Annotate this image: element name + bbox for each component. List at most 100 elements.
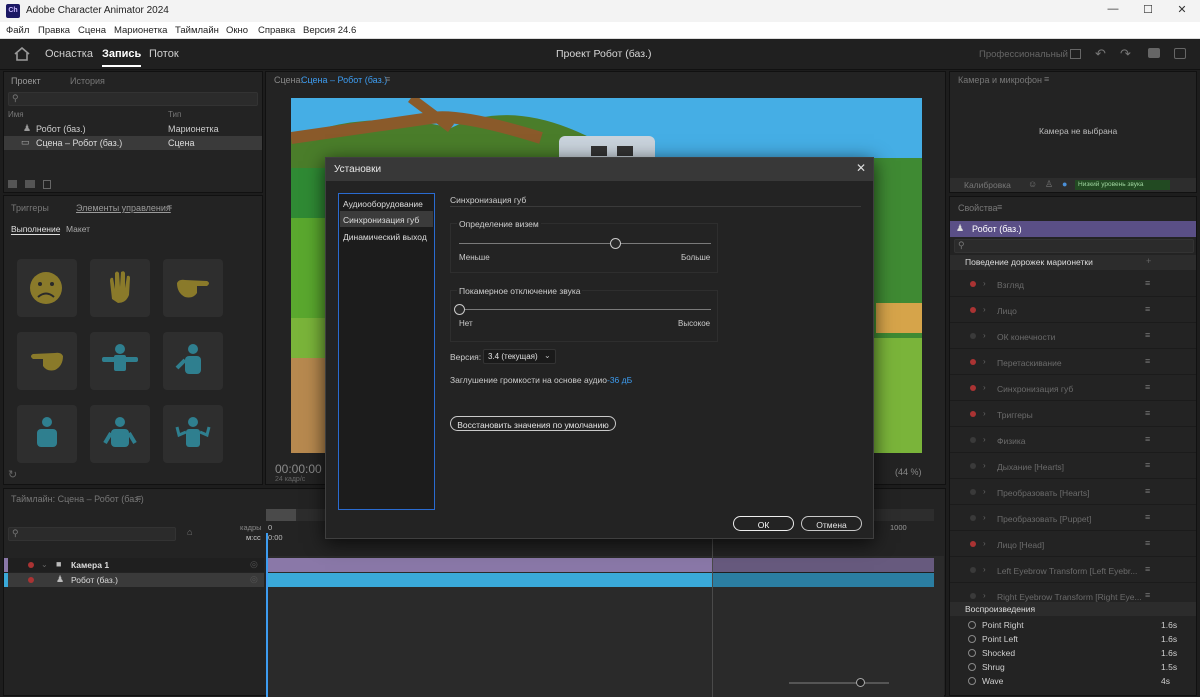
chevron-right-icon[interactable]: ›: [983, 383, 986, 392]
record-arm-icon[interactable]: [970, 463, 976, 469]
record-arm-icon[interactable]: [970, 333, 976, 339]
panel-menu-icon[interactable]: ≡: [167, 202, 172, 212]
record-arm-icon[interactable]: [970, 359, 976, 365]
subtab-layout[interactable]: Макет: [66, 224, 90, 234]
column-name[interactable]: Имя: [8, 110, 24, 119]
mute-slider-knob[interactable]: [454, 304, 465, 315]
playback-row[interactable]: Shrug 1.5s: [950, 660, 1196, 674]
folder-icon[interactable]: [25, 180, 35, 188]
playback-section-header[interactable]: Воспроизведения: [950, 602, 1196, 616]
play-icon[interactable]: [968, 621, 976, 629]
control-tile[interactable]: [163, 259, 223, 317]
record-arm-icon[interactable]: [970, 385, 976, 391]
record-arm-icon[interactable]: [970, 307, 976, 313]
playback-row[interactable]: Point Right 1.6s: [950, 618, 1196, 632]
list-item[interactable]: ♟ Робот (баз.) Марионетка: [4, 122, 262, 136]
chevron-right-icon[interactable]: ›: [983, 513, 986, 522]
record-arm-icon[interactable]: [28, 577, 34, 583]
panel-menu-icon[interactable]: ≡: [385, 74, 390, 84]
control-tile[interactable]: [17, 405, 77, 463]
control-tile[interactable]: [17, 332, 77, 390]
panel-menu-icon[interactable]: ≡: [997, 202, 1002, 212]
ok-button[interactable]: ОК: [733, 516, 794, 531]
body-icon[interactable]: ♙: [1045, 179, 1053, 190]
behavior-menu-icon[interactable]: ≡: [1145, 356, 1150, 366]
behavior-menu-icon[interactable]: ≡: [1145, 538, 1150, 548]
camera-rig-icon[interactable]: ⌂: [187, 527, 192, 537]
chevron-right-icon[interactable]: ›: [983, 591, 986, 600]
nav-dynamic-output[interactable]: Динамический выход: [340, 228, 433, 244]
nav-lip-sync[interactable]: Синхронизация губ: [340, 211, 433, 227]
menu-edit[interactable]: Правка: [38, 25, 70, 36]
subtab-performance[interactable]: Выполнение: [11, 224, 61, 235]
control-tile[interactable]: [163, 332, 223, 390]
tab-project[interactable]: Проект: [11, 76, 41, 86]
timeline-search-input[interactable]: ⚲: [8, 527, 176, 541]
chevron-right-icon[interactable]: ›: [983, 435, 986, 444]
behavior-row[interactable]: › Перетаскивание ≡: [950, 349, 1196, 375]
behavior-row[interactable]: › ОК конечности ≡: [950, 323, 1196, 349]
undo-icon[interactable]: ↶: [1095, 46, 1106, 62]
chevron-right-icon[interactable]: ›: [983, 565, 986, 574]
record-arm-icon[interactable]: [970, 515, 976, 521]
record-arm-icon[interactable]: [970, 411, 976, 417]
calibrate-button[interactable]: Калибровка: [964, 180, 1011, 190]
panel-menu-icon[interactable]: ≡: [1044, 74, 1049, 84]
menu-window[interactable]: Окно: [226, 25, 248, 36]
scene-zoom[interactable]: (44 %): [895, 467, 922, 477]
behavior-menu-icon[interactable]: ≡: [1145, 512, 1150, 522]
behaviors-section-header[interactable]: Поведение дорожек марионетки +: [950, 255, 1196, 270]
behavior-row[interactable]: › Преобразовать [Puppet] ≡: [950, 505, 1196, 531]
mode-label[interactable]: Профессиональный: [979, 49, 1068, 60]
playback-row[interactable]: Point Left 1.6s: [950, 632, 1196, 646]
control-tile[interactable]: [90, 332, 150, 390]
behavior-row[interactable]: › Синхронизация губ ≡: [950, 375, 1196, 401]
play-icon[interactable]: [968, 635, 976, 643]
behavior-row[interactable]: › Триггеры ≡: [950, 401, 1196, 427]
redo-icon[interactable]: ↷: [1120, 46, 1131, 62]
cancel-button[interactable]: Отмена: [801, 516, 862, 531]
new-item-icon[interactable]: [43, 180, 51, 189]
refresh-icon[interactable]: ↻: [8, 468, 17, 481]
behavior-menu-icon[interactable]: ≡: [1145, 304, 1150, 314]
record-arm-icon[interactable]: [28, 562, 34, 568]
list-item[interactable]: ▭ Сцена – Робот (баз.) Сцена: [4, 136, 262, 150]
behavior-menu-icon[interactable]: ≡: [1145, 408, 1150, 418]
behavior-row[interactable]: › Взгляд ≡: [950, 271, 1196, 297]
menu-scene[interactable]: Сцена: [78, 25, 106, 36]
menu-file[interactable]: Файл: [6, 25, 29, 36]
tab-record[interactable]: Запись: [102, 48, 142, 67]
panel-menu-icon[interactable]: ≡: [136, 493, 141, 503]
chevron-right-icon[interactable]: ›: [983, 305, 986, 314]
close-window-button[interactable]: ✕: [1167, 3, 1197, 16]
home-icon[interactable]: [14, 47, 30, 61]
chevron-right-icon[interactable]: ›: [983, 357, 986, 366]
behavior-menu-icon[interactable]: ≡: [1145, 330, 1150, 340]
mic-icon[interactable]: ●: [1062, 179, 1067, 189]
tab-controls[interactable]: Элементы управления: [76, 203, 171, 213]
behavior-row[interactable]: › Left Eyebrow Transform [Left Eyebr... ≡: [950, 557, 1196, 583]
mute-slider[interactable]: [459, 309, 711, 310]
record-arm-icon[interactable]: [970, 541, 976, 547]
import-icon[interactable]: [8, 180, 17, 188]
work-area-handle[interactable]: [266, 509, 296, 521]
panel-toggle-icon[interactable]: [1070, 49, 1081, 59]
puppet-header[interactable]: ♟ Робот (баз.): [950, 221, 1196, 237]
record-arm-icon[interactable]: [970, 593, 976, 599]
menu-timeline[interactable]: Таймлайн: [175, 25, 219, 36]
minimize-button[interactable]: —: [1098, 3, 1128, 15]
control-tile[interactable]: [90, 259, 150, 317]
behavior-menu-icon[interactable]: ≡: [1145, 564, 1150, 574]
viseme-slider-knob[interactable]: [610, 238, 622, 249]
control-tile[interactable]: [90, 405, 150, 463]
track-row[interactable]: ⌄ ■ Камера 1 ◎: [4, 558, 264, 572]
restore-defaults-button[interactable]: Восстановить значения по умолчанию: [450, 416, 616, 431]
play-icon[interactable]: [968, 677, 976, 685]
playhead[interactable]: [266, 533, 268, 697]
playback-row[interactable]: Wave 4s: [950, 674, 1196, 688]
behavior-row[interactable]: › Физика ≡: [950, 427, 1196, 453]
track-visibility-icon[interactable]: ◎: [250, 559, 258, 570]
behavior-row[interactable]: › Лицо [Head] ≡: [950, 531, 1196, 557]
behavior-menu-icon[interactable]: ≡: [1145, 590, 1150, 600]
chevron-right-icon[interactable]: ›: [983, 461, 986, 470]
